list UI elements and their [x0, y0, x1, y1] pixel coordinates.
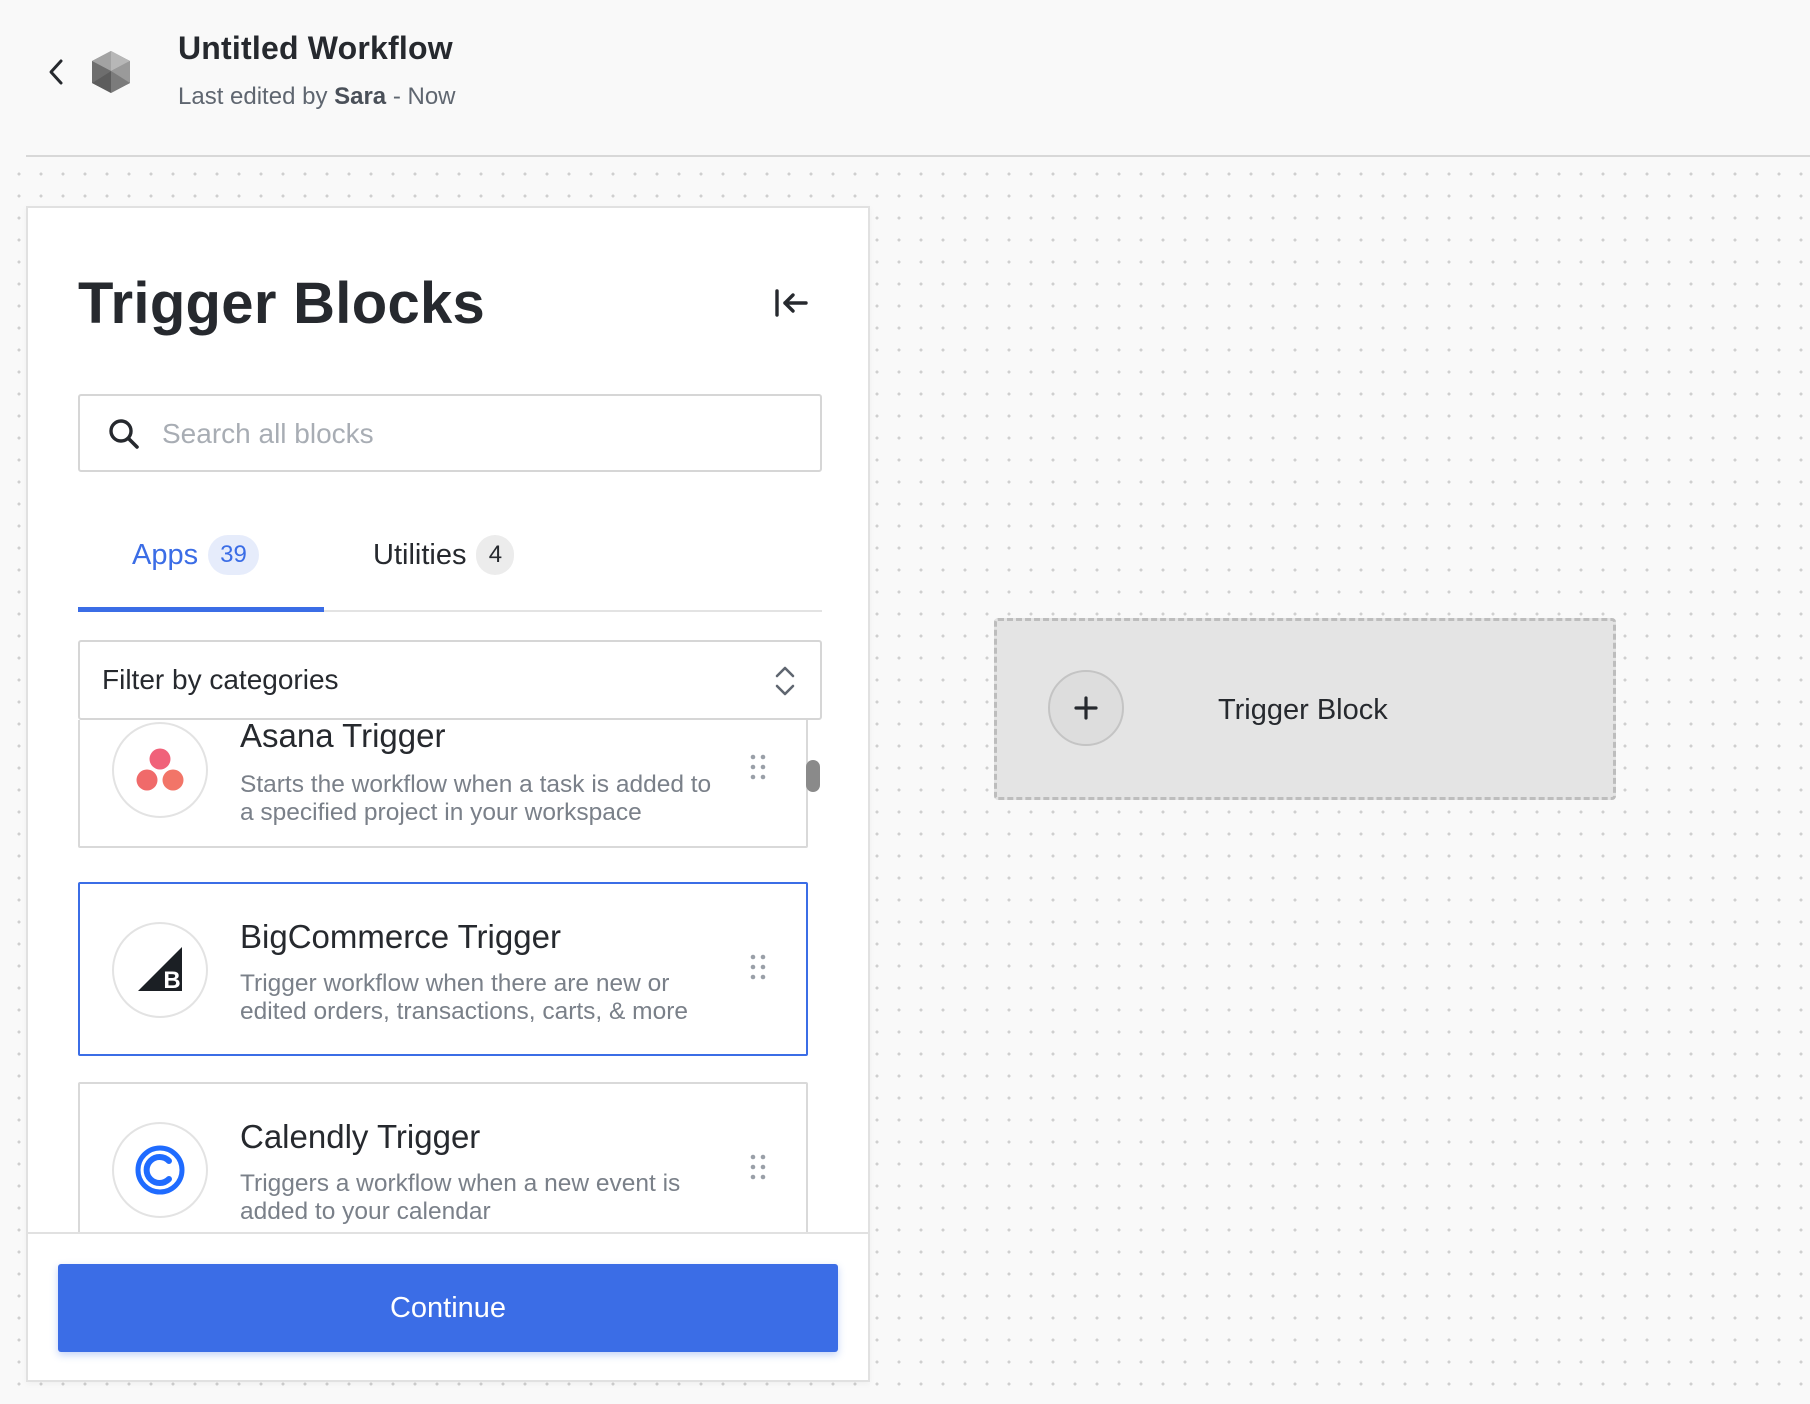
last-edited-prefix: Last edited by [178, 83, 328, 110]
workflow-title-block: Untitled Workflow Last edited by Sara - … [178, 30, 456, 111]
category-filter-label: Filter by categories [102, 664, 339, 695]
tab-utilities-label: Utilities [373, 538, 467, 571]
tab-utilities-count-badge: 4 [476, 535, 515, 575]
tab-apps-label: Apps [132, 538, 199, 571]
collapse-panel-button[interactable] [768, 280, 814, 326]
last-edited-info: Last edited by Sara - Now [178, 83, 456, 111]
workflow-title[interactable]: Untitled Workflow [178, 30, 456, 67]
svg-text:B: B [163, 967, 180, 994]
calendly-trigger-description: Triggers a workflow when a new event is … [240, 1170, 681, 1225]
search-input[interactable] [160, 404, 804, 464]
collapse-left-icon [775, 289, 808, 317]
bigcommerce-icon: B [112, 922, 208, 1018]
drag-handle-icon[interactable] [748, 953, 768, 981]
list-item-bigcommerce-trigger[interactable]: B BigCommerce Trigger Trigger workflow w… [78, 882, 808, 1056]
continue-button[interactable]: Continue [58, 1264, 838, 1352]
calendly-icon [112, 1122, 208, 1218]
last-editor-name: Sara [334, 83, 387, 110]
search-icon [109, 419, 139, 449]
block-tabs: Apps 39 Utilities 4 [78, 512, 822, 612]
panel-title: Trigger Blocks [78, 271, 486, 336]
trigger-blocks-panel: Trigger Blocks Apps 39 Utilities 4 Filte… [26, 206, 870, 1382]
trigger-block-placeholder[interactable]: Trigger Block [994, 618, 1616, 800]
tab-apps-count-badge: 39 [208, 535, 259, 575]
tab-apps[interactable]: Apps 39 [132, 530, 259, 580]
trigger-block-label: Trigger Block [1218, 694, 1388, 726]
list-item-calendly-trigger[interactable]: Calendly Trigger Triggers a workflow whe… [78, 1082, 808, 1256]
active-tab-indicator [78, 607, 324, 612]
bigcommerce-trigger-description: Trigger workflow when there are new or e… [240, 970, 688, 1025]
asana-trigger-description: Starts the workflow when a task is added… [240, 771, 712, 826]
plus-icon [1074, 696, 1098, 720]
bigcommerce-trigger-title: BigCommerce Trigger [240, 918, 561, 955]
add-trigger-button[interactable] [1048, 670, 1124, 746]
panel-footer: Continue [28, 1232, 868, 1380]
workflow-logo-icon [92, 51, 130, 93]
drag-handle-icon[interactable] [748, 753, 768, 781]
list-scrollbar-thumb[interactable] [806, 760, 820, 792]
list-item-asana-trigger[interactable]: Asana Trigger Starts the workflow when a… [78, 720, 808, 848]
calendly-trigger-title: Calendly Trigger [240, 1118, 481, 1155]
tab-utilities[interactable]: Utilities 4 [373, 530, 515, 580]
asana-icon [112, 722, 208, 818]
chevron-up-down-icon [775, 666, 795, 696]
back-button[interactable] [36, 50, 76, 94]
chevron-left-icon [49, 59, 63, 85]
top-bar: Untitled Workflow Last edited by Sara - … [0, 0, 1810, 157]
last-edited-time: - Now [392, 83, 456, 110]
asana-trigger-title: Asana Trigger [240, 720, 446, 754]
drag-handle-icon[interactable] [748, 1153, 768, 1181]
category-filter-select[interactable]: Filter by categories [78, 640, 822, 720]
search-box [78, 394, 822, 472]
